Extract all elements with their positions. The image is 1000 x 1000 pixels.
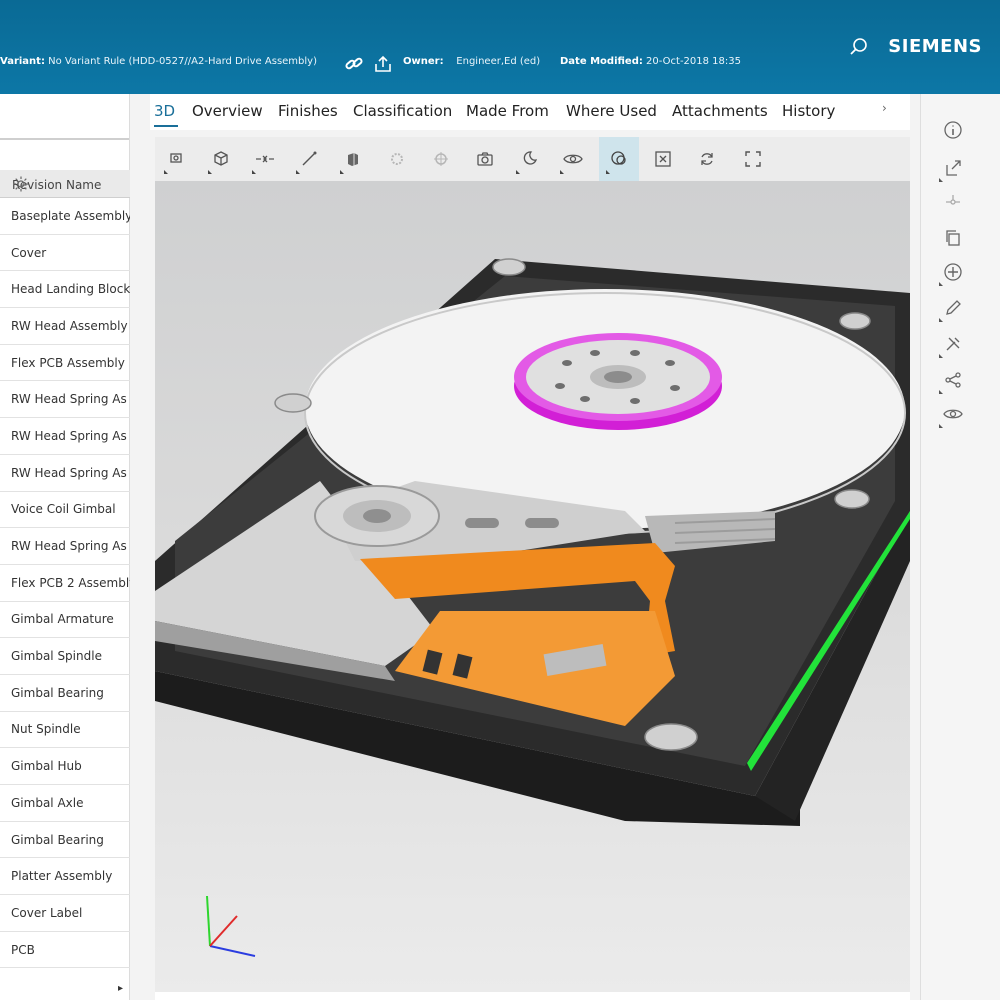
section-disabled-icon[interactable] <box>421 137 461 181</box>
tabs-more-arrow[interactable]: › <box>882 101 887 115</box>
rotate-icon[interactable] <box>687 137 727 181</box>
share-icon[interactable] <box>939 156 965 182</box>
tab-bar: 3D Overview Finishes Classification Made… <box>150 94 910 130</box>
list-item[interactable]: Flex PCB 2 Assembly <box>0 565 130 602</box>
area-select-icon[interactable] <box>643 137 683 181</box>
view-icon[interactable] <box>939 402 965 428</box>
owner-label: Owner: <box>403 56 444 67</box>
search-icon[interactable] <box>848 36 870 62</box>
line-icon[interactable] <box>289 137 329 181</box>
viewport-footer <box>155 992 910 1000</box>
modified-label: Date Modified: <box>560 56 643 67</box>
owner-value: Engineer,Ed (ed) <box>456 56 541 67</box>
lighting-icon[interactable] <box>509 137 549 181</box>
list-item[interactable]: Cover Label <box>0 895 130 932</box>
list-item[interactable]: Flex PCB Assembly <box>0 345 130 382</box>
right-tool-rail <box>920 94 1000 1000</box>
tab-3d[interactable]: 3D <box>154 102 175 120</box>
viewer-toolbar <box>155 137 910 181</box>
visibility-icon[interactable] <box>553 137 593 181</box>
revision-name-header[interactable]: Revision Name <box>0 170 130 198</box>
brand-logo: SIEMENS <box>888 36 982 57</box>
owner-info: Owner: Engineer,Ed (ed) <box>403 56 540 67</box>
list-item[interactable]: RW Head Spring As <box>0 381 130 419</box>
measure-icon[interactable] <box>245 137 285 181</box>
revision-list: Baseplate Assembly Cover Head Landing Bloc… <box>0 198 130 969</box>
tab-classification[interactable]: Classification <box>353 102 452 120</box>
list-item[interactable]: Gimbal Axle <box>0 785 130 822</box>
list-item[interactable]: Gimbal Hub <box>0 748 130 785</box>
selection-icon[interactable] <box>599 137 639 181</box>
tab-finishes[interactable]: Finishes <box>278 102 338 120</box>
list-item[interactable]: PCB <box>0 932 130 969</box>
scroll-right-arrow[interactable]: ▸ <box>118 983 123 994</box>
tools-icon[interactable] <box>939 332 965 358</box>
tab-attachments[interactable]: Attachments <box>672 102 768 120</box>
tab-history[interactable]: History <box>782 102 835 120</box>
gear-icon[interactable] <box>12 175 127 196</box>
solid-icon[interactable] <box>333 137 373 181</box>
3d-viewport[interactable] <box>155 181 910 992</box>
upload-icon[interactable] <box>373 54 393 78</box>
list-item[interactable]: RW Head Spring As <box>0 418 130 455</box>
settings-disabled-icon[interactable] <box>377 137 417 181</box>
list-item[interactable]: Cover <box>0 235 130 272</box>
list-item[interactable]: RW Head Spring As <box>0 528 130 565</box>
list-item[interactable]: Gimbal Spindle <box>0 638 130 675</box>
list-item[interactable]: Head Landing Block <box>0 271 130 309</box>
add-icon[interactable] <box>939 260 965 286</box>
hard-drive-model[interactable] <box>155 181 910 992</box>
tab-made-from[interactable]: Made From <box>466 102 549 120</box>
pin-icon[interactable] <box>941 190 965 214</box>
fit-view-icon[interactable] <box>157 137 197 181</box>
fullscreen-icon[interactable] <box>733 137 773 181</box>
list-item[interactable]: RW Head Assembly <box>0 308 130 345</box>
list-item[interactable]: Gimbal Bearing <box>0 675 130 712</box>
snapshot-icon[interactable] <box>465 137 505 181</box>
edit-icon[interactable] <box>939 296 965 322</box>
structure-panel: Revision Name Baseplate Assembly Cover Hea… <box>0 94 130 1000</box>
list-item[interactable]: Nut Spindle <box>0 712 130 749</box>
variant-value: No Variant Rule (HDD-0527//A2-Hard Drive… <box>48 56 317 67</box>
modified-info: Date Modified: 20-Oct-2018 18:35 <box>560 56 741 67</box>
list-item[interactable]: Voice Coil Gimbal <box>0 492 130 529</box>
panel-toolbar <box>0 94 129 140</box>
cube-view-icon[interactable] <box>201 137 241 181</box>
list-item[interactable]: Gimbal Bearing <box>0 822 130 859</box>
list-item[interactable]: RW Head Spring As <box>0 455 130 492</box>
variant-label: Variant: <box>0 56 45 67</box>
copy-icon[interactable] <box>941 226 965 250</box>
modified-value: 20-Oct-2018 18:35 <box>646 56 742 67</box>
variant-info: Variant: No Variant Rule (HDD-0527//A2-H… <box>0 56 317 67</box>
axis-triad <box>206 895 256 957</box>
tab-overview[interactable]: Overview <box>192 102 263 120</box>
app-header: Variant: No Variant Rule (HDD-0527//A2-H… <box>0 0 1000 94</box>
connect-icon[interactable] <box>939 368 965 394</box>
info-icon[interactable] <box>941 118 965 142</box>
list-item[interactable]: Baseplate Assembly <box>0 198 130 235</box>
tab-where-used[interactable]: Where Used <box>566 102 657 120</box>
list-item[interactable]: Platter Assembly <box>0 858 130 896</box>
link-icon[interactable] <box>344 54 364 78</box>
list-item[interactable]: Gimbal Armature <box>0 602 130 639</box>
active-tab-indicator <box>154 125 178 127</box>
